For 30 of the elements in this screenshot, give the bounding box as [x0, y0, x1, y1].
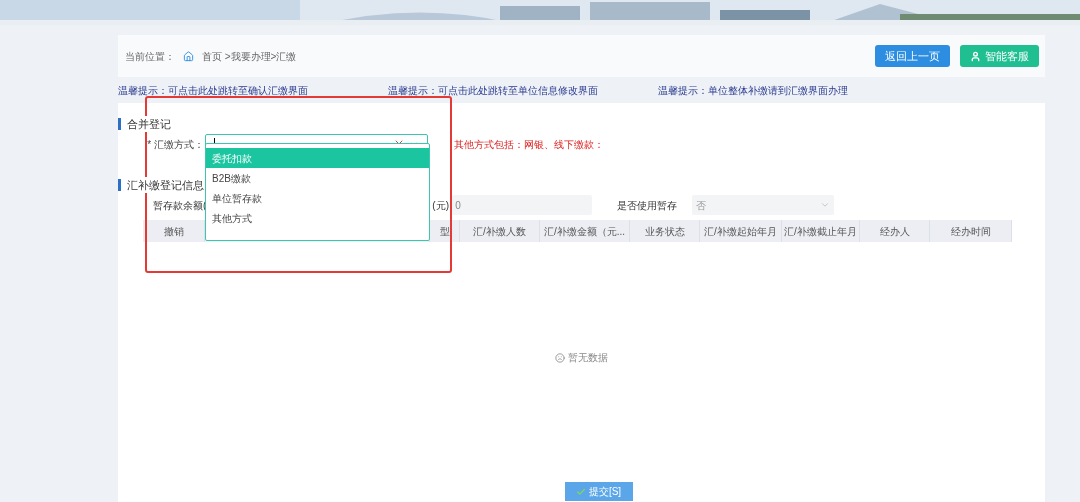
person-icon [970, 50, 981, 62]
column-header: 汇/补缴金额（元... [543, 224, 626, 239]
sad-face-icon [555, 352, 565, 363]
amount-field[interactable]: 0 [452, 195, 593, 215]
tip-link[interactable]: 温馨提示：单位整体补缴请到汇缴界面办理 [658, 84, 848, 96]
field-label: * 汇缴方式： [146, 137, 205, 152]
breadcrumb-path[interactable]: 首页 >我要办理>汇缴 [202, 48, 297, 64]
breadcrumb-label: 当前位置： [125, 49, 175, 64]
column-header: 汇/补缴起始年月 [704, 224, 777, 239]
column-header: 业务状态 [644, 224, 685, 239]
tip-link[interactable]: 温馨提示：可点击此处跳转至单位信息修改界面 [388, 84, 598, 96]
empty-message: 暂无数据 [568, 351, 608, 365]
column-header: 撤销 [163, 224, 184, 239]
column-header: 汇/补缴人数 [473, 224, 526, 239]
column-header: 型 [439, 224, 450, 239]
back-button[interactable]: 返回上一页 [875, 45, 950, 67]
column-header: 经办时间 [950, 224, 991, 239]
section-title: 汇补缴登记信息 [127, 176, 204, 194]
check-icon [575, 486, 586, 497]
amount-label: (元) [432, 198, 450, 213]
note-text: 其他方式包括：网银、线下缴款： [454, 137, 604, 152]
column-header: 汇/补缴截止年月 [784, 224, 857, 239]
column-header: 经办人 [879, 224, 910, 239]
tip-link[interactable]: 温馨提示：可点击此处跳转至确认汇缴界面 [118, 84, 308, 96]
dropdown-option[interactable]: B2B缴款 [206, 168, 429, 188]
section-title: 合并登记 [127, 115, 171, 133]
dropdown-option[interactable]: 其他方式 [206, 208, 429, 228]
use-balance-label: 是否使用暂存 [617, 198, 679, 213]
home-icon [183, 50, 194, 62]
dropdown-option[interactable]: 单位暂存款 [206, 188, 429, 208]
